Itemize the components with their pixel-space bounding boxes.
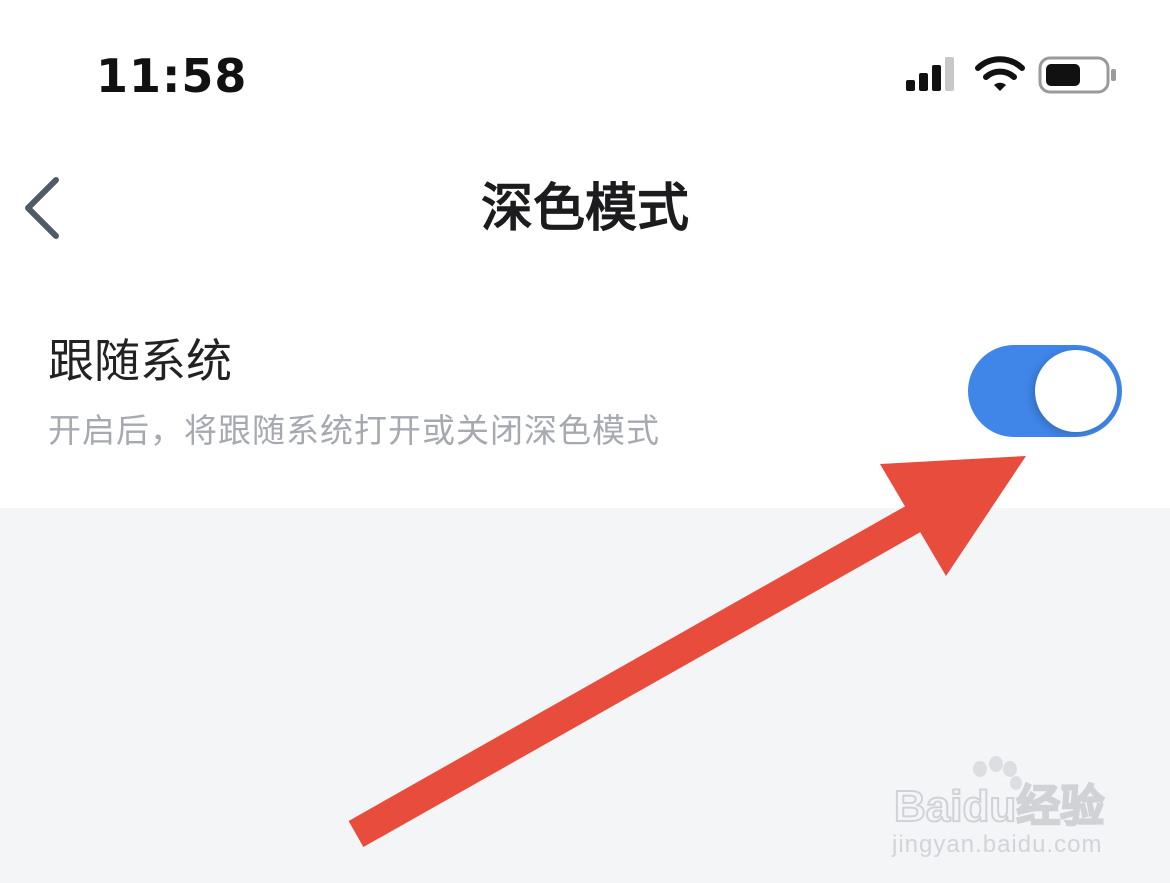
wifi-icon [975,56,1025,91]
toggle-knob [1035,350,1117,432]
setting-description: 开启后，将跟随系统打开或关闭深色模式 [48,411,660,450]
svg-text:Baidu经验: Baidu经验 [894,782,1104,831]
battery-icon [1038,56,1116,94]
watermark-url: jingyan.baidu.com [892,831,1103,858]
page-title: 深色模式 [480,179,689,239]
status-time: 11:58 [96,49,248,103]
follow-system-toggle[interactable] [968,345,1122,437]
baidu-watermark: Baidu经验 jingyan.baidu.com [892,755,1112,865]
setting-label-follow-system: 跟随系统 [48,334,232,388]
baidu-logo-icon: Baidu经验 [893,756,1105,832]
signal-icon [906,57,954,91]
